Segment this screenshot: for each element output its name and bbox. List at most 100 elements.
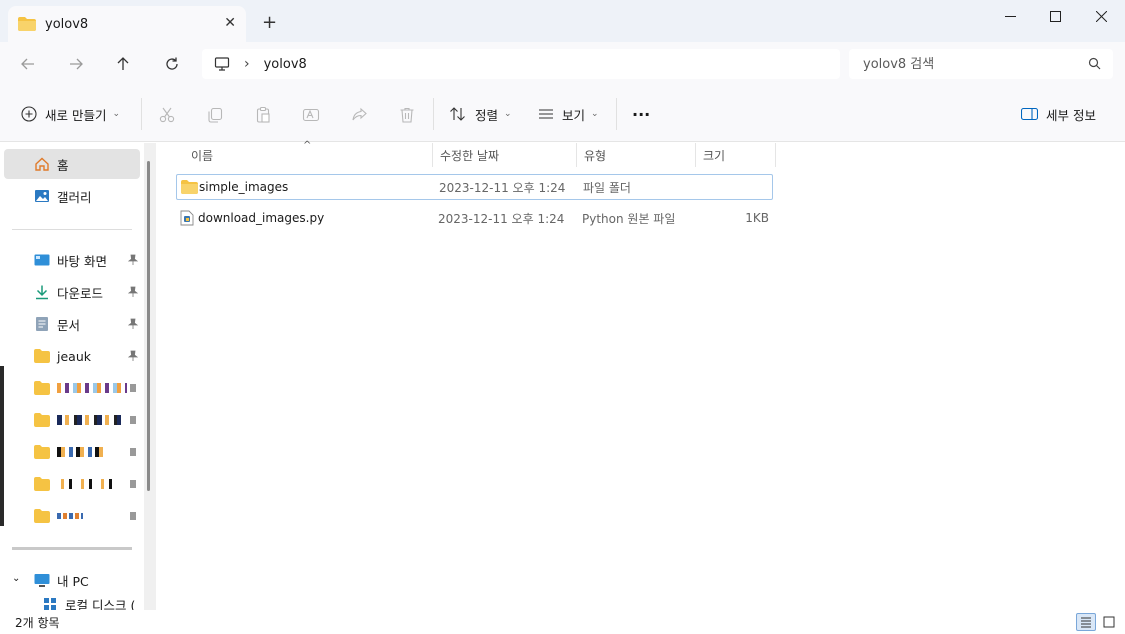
- horizontal-scrollbar[interactable]: [12, 547, 132, 550]
- minimize-button[interactable]: [987, 0, 1033, 32]
- file-name: simple_images: [199, 180, 289, 194]
- arrow-up-icon: [117, 57, 129, 70]
- sidebar-item-gallery[interactable]: 갤러리: [4, 181, 140, 211]
- back-button[interactable]: [14, 50, 42, 78]
- more-options-button[interactable]: ···: [632, 100, 650, 128]
- copy-icon: [208, 107, 223, 123]
- sidebar-item-label: 갤러리: [57, 189, 92, 205]
- details-view-button[interactable]: [1076, 613, 1096, 631]
- pin-icon: [128, 318, 138, 329]
- pin-icon: [130, 416, 136, 424]
- cut-button[interactable]: [156, 104, 178, 126]
- chevron-down-icon[interactable]: ⌄: [12, 573, 20, 584]
- maximize-button[interactable]: [1032, 0, 1078, 32]
- arrow-left-icon: [21, 58, 34, 70]
- divider: [616, 98, 617, 130]
- folder-icon: [34, 412, 50, 428]
- folder-icon: [34, 476, 50, 492]
- redacted-label: [57, 383, 127, 393]
- redacted-label: [57, 415, 121, 425]
- folder-icon: [181, 180, 198, 194]
- file-date: 2023-12-11 오후 1:24: [439, 180, 566, 195]
- scrollbar-thumb[interactable]: [147, 161, 150, 491]
- chevron-down-icon: ⌄: [112, 109, 121, 119]
- sidebar-item-jeauk[interactable]: jeauk: [4, 341, 140, 371]
- sidebar-item-downloads[interactable]: 다운로드: [4, 277, 140, 307]
- refresh-button[interactable]: [158, 50, 186, 78]
- redacted-label: [57, 513, 83, 519]
- copy-button[interactable]: [204, 104, 226, 126]
- chevron-down-icon: ⌄: [504, 109, 512, 119]
- status-bar: 2개 항목: [0, 610, 1125, 634]
- maximize-icon: [1049, 10, 1061, 22]
- tab-yolov8[interactable]: yolov8 ✕: [8, 6, 246, 42]
- this-pc-icon: [214, 57, 230, 71]
- column-header-label: 크기: [703, 148, 726, 163]
- file-list: ^ 이름 수정한 날짜 유형 크기 simple_images 2023-12-…: [160, 140, 1125, 610]
- python-file-icon: [180, 210, 194, 226]
- sidebar-edge: [0, 366, 4, 526]
- divider: [141, 98, 142, 130]
- sidebar-item-label: 바탕 화면: [57, 253, 107, 269]
- more-icon: ···: [632, 104, 651, 124]
- pin-icon: [128, 254, 138, 265]
- details-label: 세부 정보: [1046, 107, 1096, 123]
- close-icon: [1095, 10, 1107, 22]
- details-button[interactable]: 세부 정보: [1021, 100, 1096, 128]
- new-tab-button[interactable]: +: [262, 12, 277, 33]
- new-button[interactable]: 새로 만들기 ⌄: [21, 100, 120, 128]
- rename-button[interactable]: [300, 104, 322, 126]
- up-button[interactable]: [109, 50, 137, 78]
- share-icon: [352, 107, 367, 121]
- home-icon: [34, 156, 50, 172]
- pin-icon: [130, 384, 136, 392]
- share-button[interactable]: [348, 104, 370, 126]
- column-header-date[interactable]: 수정한 날짜: [433, 143, 577, 167]
- view-list-icon: [539, 109, 553, 119]
- sidebar-item-redacted[interactable]: [4, 437, 140, 467]
- folder-icon: [34, 444, 50, 460]
- sidebar-scrollbar[interactable]: [144, 143, 156, 610]
- close-window-button[interactable]: [1078, 0, 1124, 32]
- view-button[interactable]: 보기 ⌄: [538, 100, 599, 128]
- file-date: 2023-12-11 오후 1:24: [438, 211, 565, 226]
- navigation-bar: › yolov8: [0, 42, 1125, 86]
- sidebar-item-documents[interactable]: 문서: [4, 309, 140, 339]
- rename-icon: [302, 108, 320, 122]
- breadcrumb-yolov8[interactable]: yolov8: [264, 57, 307, 72]
- arrow-right-icon: [70, 58, 83, 70]
- this-pc-icon: [34, 572, 50, 588]
- thumbnail-view-button[interactable]: [1099, 613, 1119, 631]
- search-box[interactable]: [849, 49, 1113, 79]
- plus-circle-icon: [21, 106, 37, 122]
- refresh-icon: [166, 57, 178, 70]
- table-row[interactable]: download_images.py 2023-12-11 오후 1:24 Py…: [176, 205, 773, 231]
- column-header-label: 유형: [584, 148, 607, 163]
- sidebar-item-local-disk[interactable]: 로컬 디스크 (: [4, 595, 140, 610]
- address-bar[interactable]: › yolov8: [202, 49, 840, 79]
- table-row[interactable]: simple_images 2023-12-11 오후 1:24 파일 폴더: [176, 174, 773, 200]
- sidebar-item-redacted[interactable]: [4, 469, 140, 499]
- column-header-name[interactable]: 이름: [184, 143, 433, 167]
- column-header-type[interactable]: 유형: [577, 143, 696, 167]
- delete-button[interactable]: [396, 104, 418, 126]
- tiles-view-icon: [1103, 616, 1115, 628]
- sidebar-item-home[interactable]: 홈: [4, 149, 140, 179]
- search-input[interactable]: [863, 56, 1073, 72]
- sidebar-item-this-pc[interactable]: ⌄ 내 PC: [4, 565, 140, 595]
- sort-button[interactable]: 정렬 ⌄: [449, 100, 512, 128]
- disk-icon: [42, 596, 58, 610]
- column-header-size[interactable]: 크기: [696, 143, 776, 167]
- sidebar-item-redacted[interactable]: [4, 501, 140, 531]
- forward-button[interactable]: [62, 50, 90, 78]
- pin-icon: [128, 350, 138, 361]
- sidebar-item-label: 내 PC: [57, 573, 89, 589]
- navigation-pane: 홈 갤러리 바탕 화면 다운로드 문서 jeauk ⌄ 내 PC 로컬 디스크 …: [0, 143, 152, 610]
- close-tab-icon[interactable]: ✕: [224, 15, 236, 31]
- paste-button[interactable]: [252, 104, 274, 126]
- redacted-label: [57, 479, 117, 489]
- clipboard-icon: [256, 106, 270, 123]
- sidebar-item-redacted[interactable]: [4, 405, 140, 435]
- sidebar-item-redacted[interactable]: [4, 373, 140, 403]
- sidebar-item-desktop[interactable]: 바탕 화면: [4, 245, 140, 275]
